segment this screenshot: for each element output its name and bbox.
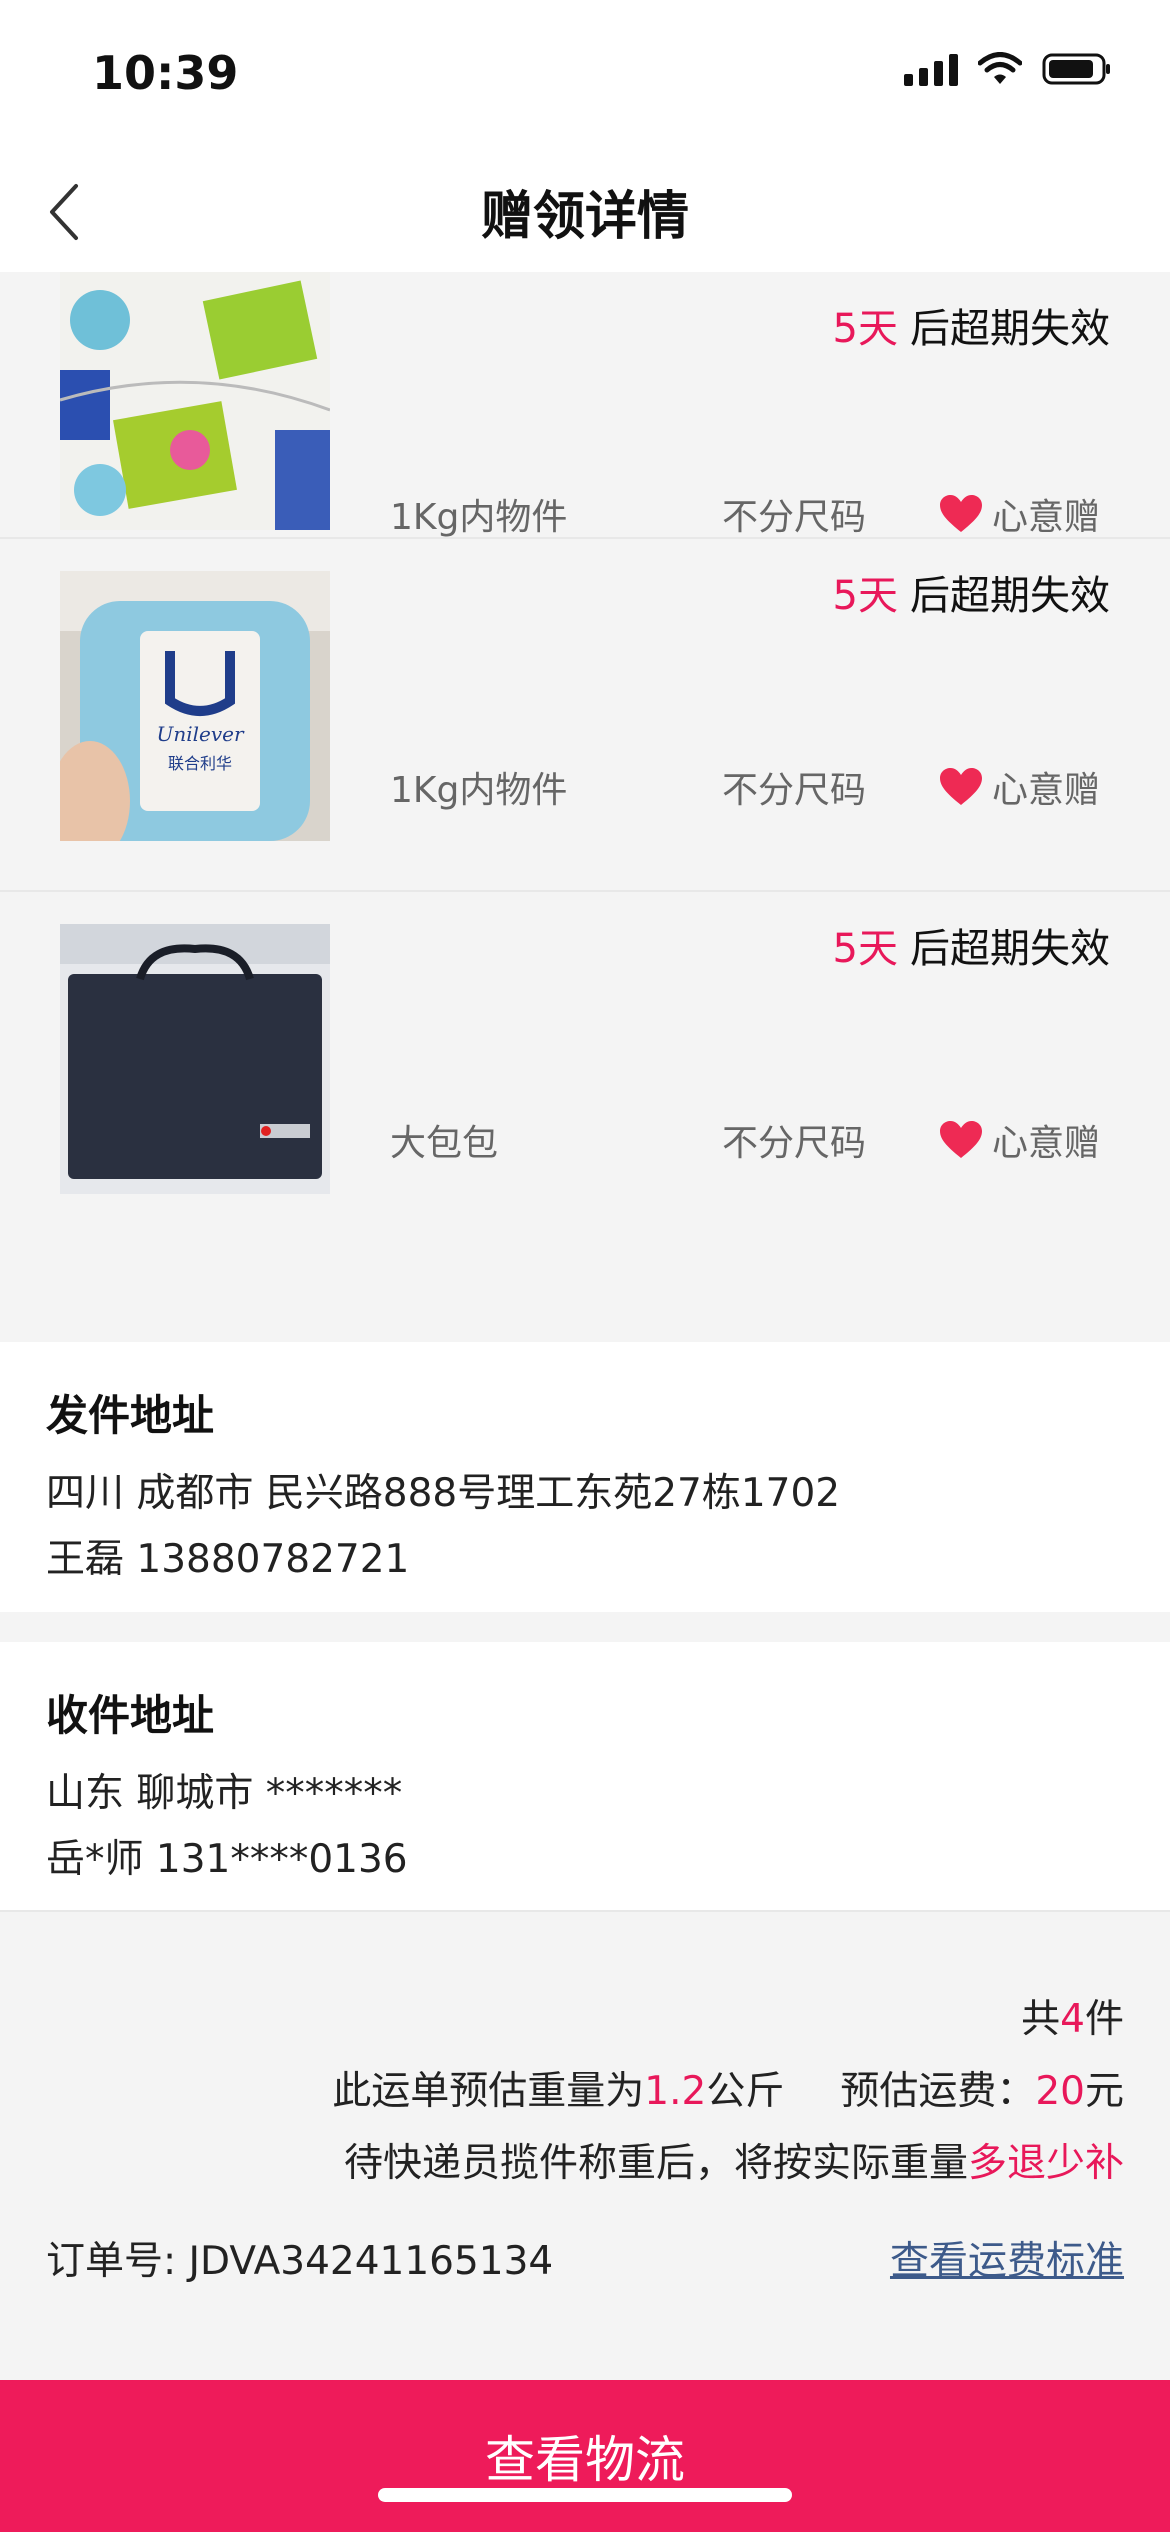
fee-value: 20 — [1035, 2069, 1085, 2114]
list-item[interactable]: Unilever 联合利华 5天 后超期失效 1Kg内物件 不分尺码 心意赠 — [0, 539, 1170, 892]
heart-icon — [940, 495, 982, 532]
status-bar: 10:39 — [0, 0, 1170, 150]
heart-icon — [940, 768, 982, 805]
receiver-address: 山东 聊城市 ******* — [46, 1771, 403, 1816]
wifi-icon — [978, 52, 1022, 84]
sender-address: 四川 成都市 民兴路888号理工东苑27栋1702 — [46, 1471, 841, 1516]
svg-text:联合利华: 联合利华 — [168, 754, 232, 773]
expiry-label: 后超期失效 — [910, 926, 1110, 972]
expiry-days: 5天 — [832, 573, 898, 619]
list-item[interactable]: 5天 后超期失效 1Kg内物件 不分尺码 心意赠 — [0, 272, 1170, 539]
order-value: JDVA34241165134 — [188, 2239, 554, 2284]
expiry-text: 5天 后超期失效 — [833, 916, 1110, 974]
svg-text:Unilever: Unilever — [156, 722, 245, 746]
fee-unit: 元 — [1084, 2069, 1124, 2114]
expiry-days: 5天 — [832, 306, 898, 352]
weight-fee-line: 此运单预估重量为1.2公斤 预估运费：20元 — [332, 2060, 1124, 2116]
item-name: 1Kg内物件 — [390, 770, 568, 811]
expiry-label: 后超期失效 — [910, 306, 1110, 352]
weight-prefix: 此运单预估重量为 — [332, 2069, 645, 2114]
gift-tag-label: 心意赠 — [992, 770, 1101, 811]
gift-tag-label: 心意赠 — [992, 497, 1101, 538]
towel-photo: Unilever 联合利华 — [60, 571, 330, 841]
gift-tag: 心意赠 — [938, 488, 1100, 540]
receiver-contact: 岳*师 131****0136 — [46, 1837, 408, 1882]
receiver-address-card: 收件地址 山东 聊城市 ******* 岳*师 131****0136 — [0, 1642, 1170, 1912]
item-list: 5天 后超期失效 1Kg内物件 不分尺码 心意赠 Unilever 联合利华 5… — [0, 272, 1170, 1342]
item-name: 大包包 — [390, 1123, 499, 1164]
weight-value: 1.2 — [644, 2069, 707, 2114]
weight-unit: 公斤 — [706, 2069, 785, 2114]
sender-title: 发件地址 — [46, 1391, 215, 1440]
note-highlight: 多退少补 — [967, 2141, 1124, 2186]
status-time: 10:39 — [92, 46, 239, 100]
order-number: 订单号: JDVA34241165134 — [46, 2230, 553, 2286]
expiry-label: 后超期失效 — [910, 573, 1110, 619]
shipping-summary: 共4件 此运单预估重量为1.2公斤 预估运费：20元 待快递员揽件称重后，将按实际… — [0, 1912, 1170, 2380]
sender-address-card: 发件地址 四川 成都市 民兴路888号理工东苑27栋1702 王磊 138807… — [0, 1342, 1170, 1612]
item-size: 不分尺码 — [722, 1123, 867, 1164]
page-title: 赠领详情 — [480, 187, 689, 247]
view-logistics-button[interactable]: 查看物流 — [0, 2380, 1170, 2532]
note-prefix: 待快递员揽件称重后，将按实际重量 — [343, 2141, 968, 2186]
signal-icon — [904, 52, 958, 86]
fee-standard-link[interactable]: 查看运费标准 — [890, 2230, 1124, 2286]
home-indicator[interactable] — [378, 2488, 792, 2502]
heart-icon — [940, 1121, 982, 1158]
view-logistics-label: 查看物流 — [485, 2431, 685, 2489]
quilt-photo — [60, 272, 330, 530]
bag-photo — [60, 924, 330, 1194]
count-prefix: 共 — [1021, 1997, 1061, 2042]
gift-tag-label: 心意赠 — [992, 1123, 1101, 1164]
item-count: 共4件 — [1021, 1988, 1124, 2044]
fee-label: 预估运费： — [840, 2069, 1036, 2114]
weight-note: 待快递员揽件称重后，将按实际重量多退少补 — [344, 2132, 1124, 2188]
status-icons — [904, 52, 1112, 86]
battery-icon — [1042, 53, 1110, 85]
list-item[interactable]: 5天 后超期失效 大包包 不分尺码 心意赠 — [0, 892, 1170, 1245]
item-name: 1Kg内物件 — [390, 497, 568, 538]
item-size: 不分尺码 — [722, 770, 867, 811]
gift-tag: 心意赠 — [938, 761, 1100, 813]
gift-tag: 心意赠 — [938, 1114, 1100, 1166]
receiver-title: 收件地址 — [46, 1691, 215, 1740]
count-value: 4 — [1060, 1997, 1085, 2042]
count-suffix: 件 — [1084, 1997, 1124, 2042]
item-size: 不分尺码 — [722, 497, 867, 538]
nav-bar: 赠领详情 — [0, 150, 1170, 272]
order-label: 订单号: — [46, 2239, 177, 2284]
expiry-text: 5天 后超期失效 — [833, 296, 1110, 354]
expiry-text: 5天 后超期失效 — [833, 563, 1110, 621]
sender-contact: 王磊 13880782721 — [46, 1537, 410, 1582]
expiry-days: 5天 — [832, 926, 898, 972]
